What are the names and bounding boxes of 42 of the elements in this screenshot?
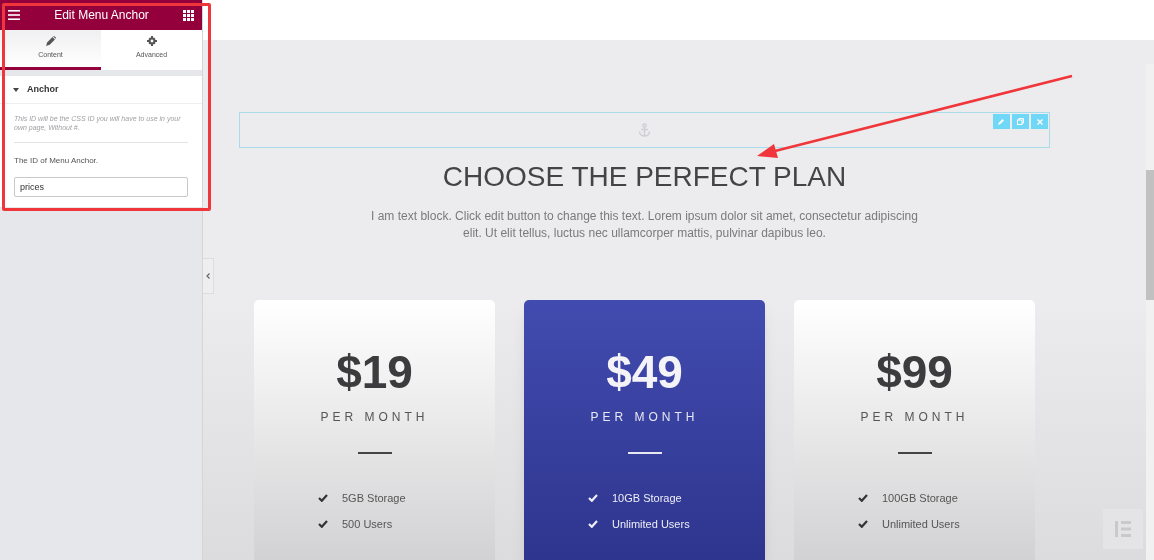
field-label: The ID of Menu Anchor.: [14, 155, 100, 167]
section-header[interactable]: Anchor: [0, 76, 202, 104]
billing-period: PER MONTH: [590, 409, 699, 426]
pencil-icon: [998, 118, 1005, 125]
panel-title: Edit Menu Anchor: [54, 7, 149, 24]
anchor-icon: [638, 123, 651, 137]
feature-text: Unlimited Users: [882, 517, 960, 532]
collapse-handle[interactable]: [203, 258, 214, 294]
price: $49: [606, 345, 683, 400]
feature-text: 10GB Storage: [612, 491, 682, 506]
intro-paragraph: I am text block. Click edit button to change this text. Lorem ipsum dolor sit amet, consectetur adipiscing elit. Ut elit tellus, luctus nec ullamcorper mattis, pulvinar dapibus leo.: [370, 208, 919, 242]
copy-icon: [1017, 118, 1024, 125]
check-icon: [318, 520, 328, 528]
feature-text: Unlimited Users: [612, 517, 690, 532]
anchor-widget[interactable]: [239, 112, 1050, 148]
scrollbar-thumb[interactable]: [1146, 170, 1154, 300]
check-icon: [588, 520, 598, 528]
anchor-id-input[interactable]: prices: [14, 177, 188, 197]
edit-button[interactable]: [993, 114, 1010, 129]
check-icon: [858, 494, 868, 502]
gear-icon: [146, 36, 157, 47]
check-icon: [588, 494, 598, 502]
chevron-left-icon: [206, 273, 210, 279]
feature-text: 100GB Storage: [882, 491, 958, 506]
elementor-logo-button[interactable]: [1103, 509, 1143, 549]
price: $19: [336, 345, 413, 400]
logo-icon: [1114, 520, 1132, 538]
billing-period: PER MONTH: [860, 409, 969, 426]
delete-button[interactable]: [1031, 114, 1048, 129]
menu-icon[interactable]: [8, 10, 20, 20]
pencil-icon: [45, 36, 56, 47]
feature-text: 5GB Storage: [342, 491, 406, 506]
check-icon: [858, 520, 868, 528]
scrollbar[interactable]: [1146, 64, 1154, 560]
grid-icon[interactable]: [183, 9, 194, 21]
billing-period: PER MONTH: [320, 409, 429, 426]
close-icon: [1036, 118, 1043, 125]
duplicate-button[interactable]: [1012, 114, 1029, 129]
section-heading: CHOOSE THE PERFECT PLAN: [442, 160, 847, 194]
check-icon: [318, 494, 328, 502]
feature-text: 500 Users: [342, 517, 393, 532]
price: $99: [876, 345, 953, 400]
